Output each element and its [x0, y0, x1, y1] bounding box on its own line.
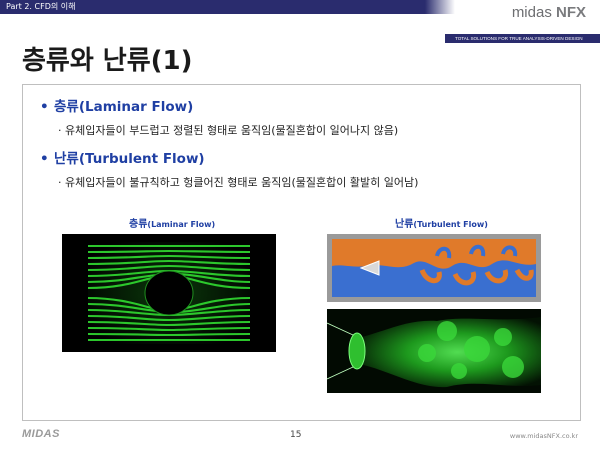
page-title: 층류와 난류(1): [22, 46, 193, 76]
footer-url[interactable]: www.midasNFX.co.kr: [510, 432, 578, 440]
bullet-label: 난류(Turbulent Flow): [54, 151, 205, 167]
bullet-turbulent: • 난류(Turbulent Flow): [40, 147, 205, 167]
laminar-flow-image: [62, 234, 276, 352]
bullet-laminar-description: · 유체입자들이 부드럽고 정렬된 형태로 움직임(물질혼합이 일어나지 않음): [58, 124, 399, 137]
bullet-dot-icon: •: [40, 99, 49, 115]
caption-korean: 층류: [129, 219, 148, 230]
turbulent-image-caption: 난류(Turbulent Flow): [395, 215, 488, 230]
laminar-image-caption: 층류(Laminar Flow): [129, 215, 215, 230]
bullet-laminar: • 층류(Laminar Flow): [40, 95, 193, 115]
part-label: Part 2. CFD의 이해: [6, 2, 76, 11]
bullet-turbulent-description: · 유체입자들이 불규칙하고 헝클어진 형태로 움직임(물질혼합이 활발히 일어…: [58, 176, 419, 189]
bullet-dot-icon: •: [40, 151, 49, 167]
brand-prefix: midas: [511, 4, 556, 21]
header-bar-fade: [425, 0, 455, 14]
turbulent-jet-image: [327, 309, 541, 393]
brand-logo: midas NFX: [512, 4, 586, 21]
brand-suffix: NFX: [556, 4, 586, 21]
caption-english: (Turbulent Flow): [413, 220, 488, 229]
turbulent-mixing-image: [327, 234, 541, 302]
page-number: 15: [290, 430, 302, 440]
caption-korean: 난류: [395, 219, 414, 230]
caption-english: (Laminar Flow): [147, 220, 216, 229]
brand-tagline: TOTAL SOLUTIONS FOR TRUE ANALYSIS-DRIVEN…: [455, 36, 583, 41]
bullet-label: 층류(Laminar Flow): [54, 99, 194, 115]
footer-logo: MIDAS: [22, 428, 60, 440]
